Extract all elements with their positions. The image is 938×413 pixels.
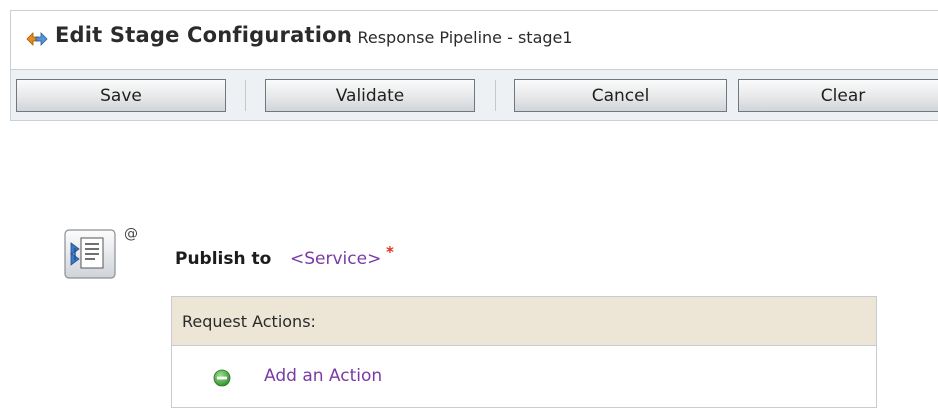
toolbar: Save Validate Cancel Clear — [10, 69, 938, 121]
stage-badge: @ — [124, 226, 138, 242]
request-actions-header: Request Actions: — [172, 297, 876, 346]
validate-button[interactable]: Validate — [265, 79, 475, 112]
required-marker: * — [386, 243, 394, 261]
publish-label: Publish to — [175, 249, 272, 269]
title-bar: Edit Stage Configuration : Response Pipe… — [10, 10, 938, 70]
edit-stage-page: Edit Stage Configuration : Response Pipe… — [0, 0, 938, 413]
stage-config-icon — [26, 32, 48, 46]
service-link[interactable]: <Service> — [290, 249, 381, 269]
page-subtitle: : Response Pipeline - stage1 — [347, 28, 573, 47]
request-actions-label: Request Actions: — [182, 312, 316, 331]
toolbar-divider — [495, 80, 496, 111]
cancel-button[interactable]: Cancel — [514, 79, 727, 112]
clear-button[interactable]: Clear — [738, 79, 938, 112]
save-button[interactable]: Save — [16, 79, 226, 112]
add-action-link[interactable]: Add an Action — [264, 366, 382, 386]
add-circle-icon[interactable] — [213, 369, 231, 387]
toolbar-divider — [245, 80, 246, 111]
page-title: Edit Stage Configuration — [55, 23, 352, 47]
request-actions-panel: Request Actions: Add an Action — [171, 296, 877, 408]
publish-action-icon[interactable] — [64, 229, 116, 279]
